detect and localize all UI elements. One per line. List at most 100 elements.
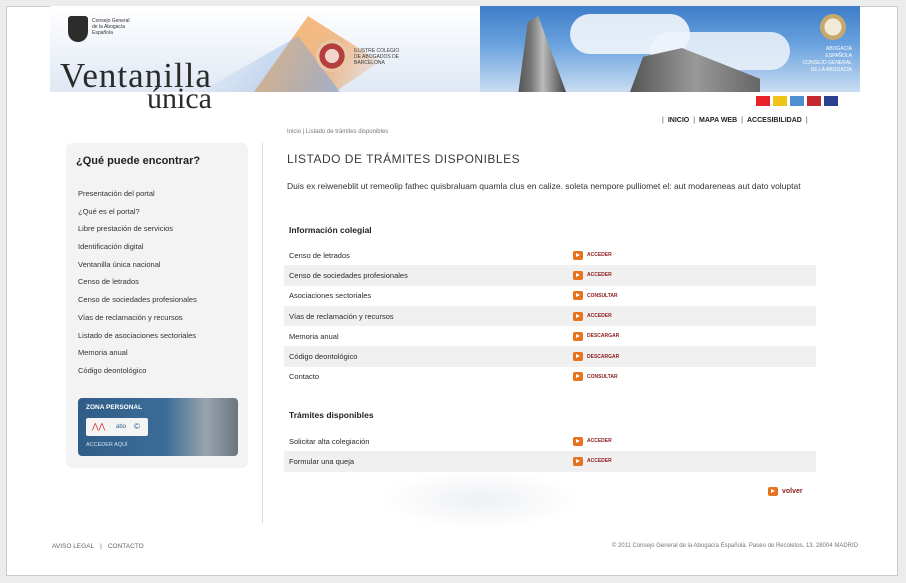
nav-separator: | — [805, 117, 808, 124]
flag-gl-icon[interactable] — [790, 96, 804, 106]
tramites-list: Solicitar alta colegiación ACCEDER Formula… — [284, 431, 816, 472]
coat-of-arms-icon — [68, 16, 88, 42]
item-action-button[interactable]: ACCEDER — [573, 250, 612, 260]
brand-icon: © — [134, 422, 140, 431]
item-action-button[interactable]: ACCEDER — [573, 311, 612, 321]
item-action-button[interactable]: DESCARGAR — [573, 331, 620, 341]
list-item: Código deontológico DESCARGAR — [284, 346, 816, 367]
footer-link-aviso-legal[interactable]: AVISO LEGAL — [52, 543, 94, 550]
abogacia-text-line: DE LA ABOGACÍA — [810, 67, 852, 73]
list-item: Formular una queja ACCEDER — [284, 451, 816, 472]
list-item: Contacto CONSULTAR — [284, 367, 816, 387]
item-action-button[interactable]: ACCEDER — [573, 436, 612, 446]
sidebar-item-memoria[interactable]: Memoria anual — [78, 344, 197, 362]
abogacia-text-line: ESPAÑOLA — [825, 53, 852, 59]
abogacia-text-line: CONSEJO GENERAL — [802, 60, 852, 66]
footer-link-contacto[interactable]: CONTACTO — [108, 543, 144, 550]
breadcrumb: Inicio | Listado de trámites disponibles — [287, 129, 389, 135]
item-action-label: ACCEDER — [587, 252, 612, 259]
arrow-right-icon — [573, 331, 583, 341]
arrow-right-icon — [573, 372, 583, 382]
item-name: Formular una queja — [289, 456, 355, 466]
sidebar-item-que-es[interactable]: ¿Qué es el portal? — [78, 203, 197, 221]
item-name: Contacto — [289, 372, 320, 382]
item-action-button[interactable]: CONSULTAR — [573, 372, 618, 382]
top-navigation: | INICIO | MAPA WEB | ACCESIBILIDAD | — [662, 117, 808, 124]
arrow-right-icon — [573, 270, 583, 280]
banner-footer: ACCEDER AQUÍ — [86, 442, 128, 448]
page-title: LISTADO DE TRÁMITES DISPONIBLES — [287, 152, 521, 166]
footer-links: AVISO LEGAL | CONTACTO — [52, 543, 144, 550]
list-item: Censo de letrados ACCEDER — [284, 245, 816, 265]
nav-link-inicio[interactable]: INICIO — [668, 117, 689, 124]
nav-link-accesibilidad[interactable]: ACCESIBILIDAD — [747, 117, 802, 124]
item-name: Vías de reclamación y recursos — [289, 311, 394, 321]
sidebar-item-libre-prestacion[interactable]: Libre prestación de servicios — [78, 220, 197, 238]
decorative-splash — [380, 470, 580, 530]
banner-logo-box: ⋀⋀ abo © — [86, 418, 148, 436]
arrow-right-icon — [573, 456, 583, 466]
list-item: Memoria anual DESCARGAR — [284, 326, 816, 346]
org-name-line: Española — [92, 30, 113, 36]
item-action-button[interactable]: CONSULTAR — [573, 291, 618, 301]
arrow-right-icon — [573, 291, 583, 301]
item-name: Asociaciones sectoriales — [289, 291, 372, 301]
nav-link-mapa-web[interactable]: MAPA WEB — [699, 117, 737, 124]
seal-text-line: BARCELONA — [354, 60, 385, 66]
nav-separator: | — [741, 117, 743, 124]
arrow-right-icon — [768, 487, 778, 496]
list-item: Vías de reclamación y recursos ACCEDER — [284, 305, 816, 327]
section-title-tramites: Trámites disponibles — [289, 410, 374, 420]
item-action-label: ACCEDER — [587, 272, 612, 279]
item-action-label: ACCEDER — [587, 458, 612, 465]
item-name: Solicitar alta colegiación — [289, 436, 370, 446]
banner-brand: abo — [116, 424, 127, 430]
item-action-label: ACCEDER — [587, 438, 612, 445]
arrow-right-icon — [573, 250, 583, 260]
nav-separator: | — [693, 117, 696, 124]
item-action-button[interactable]: ACCEDER — [573, 456, 612, 466]
sidebar-item-ventanilla-nacional[interactable]: Ventanilla única nacional — [78, 256, 197, 274]
banner-title: ZONA PERSONAL — [86, 404, 143, 411]
seal-text: ILUSTRE COLEGIO DE ABOGADOS DE BARCELONA — [354, 48, 399, 66]
sidebar-item-vias-reclamacion[interactable]: Vías de reclamación y recursos — [78, 309, 197, 327]
arrow-right-icon — [573, 311, 583, 321]
item-name: Memoria anual — [289, 331, 339, 341]
back-button[interactable]: volver — [768, 487, 803, 496]
list-item: Asociaciones sectoriales CONSULTAR — [284, 286, 816, 306]
personal-zone-banner[interactable]: ZONA PERSONAL ⋀⋀ abo © ACCEDER AQUÍ — [78, 398, 238, 456]
sidebar-item-codigo[interactable]: Código deontológico — [78, 362, 197, 380]
footer-separator: | — [100, 543, 102, 550]
list-item: Solicitar alta colegiación ACCEDER — [284, 431, 816, 451]
abogacia-text-line: ABOGACÍA — [825, 46, 852, 52]
sidebar-title: ¿Qué puede encontrar? — [76, 155, 201, 167]
section-title-info: Información colegial — [289, 225, 372, 235]
flag-es-icon[interactable] — [756, 96, 770, 106]
sidebar-item-identificacion[interactable]: Identificación digital — [78, 238, 197, 256]
column-divider — [262, 143, 263, 523]
item-name: Censo de letrados — [289, 250, 350, 260]
language-flags — [756, 96, 838, 106]
site-logo-line2[interactable]: única — [147, 84, 212, 114]
item-action-label: DESCARGAR — [587, 333, 620, 340]
sidebar-item-asociaciones[interactable]: Listado de asociaciones sectoriales — [78, 327, 197, 345]
college-seal-icon — [316, 40, 348, 72]
info-list: Censo de letrados ACCEDER Censo de socieda… — [284, 245, 816, 387]
item-action-button[interactable]: DESCARGAR — [573, 352, 620, 362]
arrow-right-icon — [573, 436, 583, 446]
sidebar-item-presentacion[interactable]: Presentación del portal — [78, 185, 197, 203]
abogacia-text: ABOGACÍA ESPAÑOLA CONSEJO GENERAL DE LA … — [803, 46, 852, 74]
flag-ca-icon[interactable] — [773, 96, 787, 106]
sidebar-item-censo-sociedades[interactable]: Censo de sociedades profesionales — [78, 291, 197, 309]
flag-en-icon[interactable] — [824, 96, 838, 106]
abogacia-seal-icon — [820, 14, 846, 40]
sidebar-item-censo-letrados[interactable]: Censo de letrados — [78, 273, 197, 291]
sidebar-menu: Presentación del portal ¿Qué es el porta… — [78, 185, 197, 380]
item-name: Censo de sociedades profesionales — [289, 270, 408, 280]
item-name: Código deontológico — [289, 352, 358, 362]
item-action-button[interactable]: ACCEDER — [573, 270, 612, 280]
back-label: volver — [782, 488, 803, 495]
item-action-label: ACCEDER — [587, 313, 612, 320]
flag-eu-icon[interactable] — [807, 96, 821, 106]
item-action-label: DESCARGAR — [587, 353, 620, 360]
